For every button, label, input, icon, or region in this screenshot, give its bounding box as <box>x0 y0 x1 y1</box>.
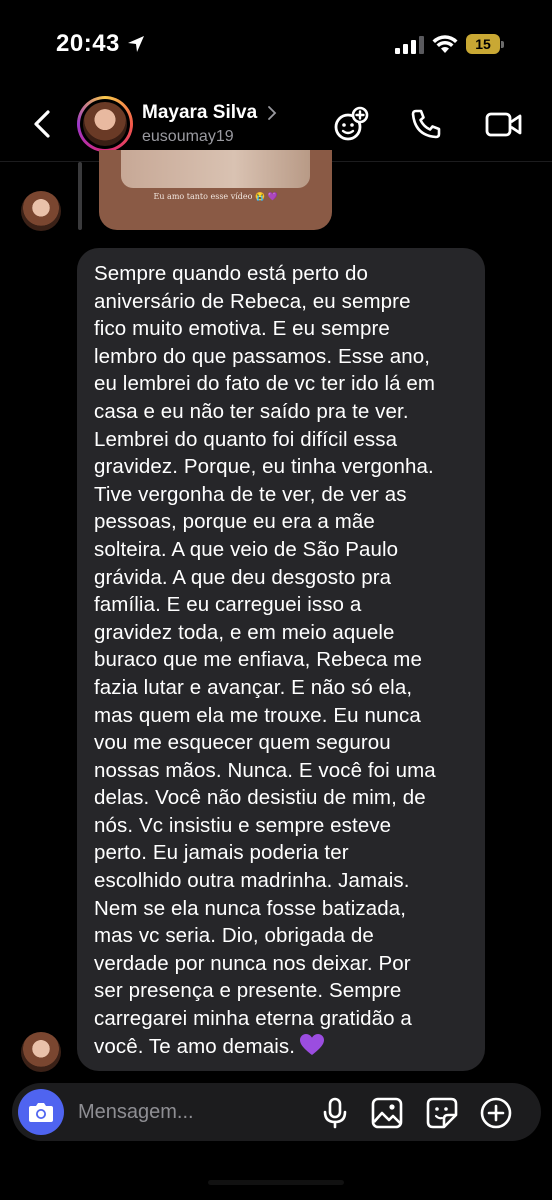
location-arrow-icon <box>128 36 144 52</box>
sender-avatar[interactable] <box>21 1032 61 1072</box>
camera-button[interactable] <box>18 1089 64 1135</box>
message-composer <box>12 1083 541 1141</box>
status-bar: 20:43 15 <box>0 0 552 90</box>
status-time: 20:43 <box>56 30 120 57</box>
avatar-image <box>83 102 127 146</box>
sender-avatar[interactable] <box>21 191 61 231</box>
battery-level: 15 <box>466 34 500 54</box>
effects-icon[interactable] <box>331 104 371 144</box>
reply-indicator-line <box>78 162 82 230</box>
contact-name[interactable]: Mayara Silva <box>142 102 257 124</box>
battery-cap <box>501 41 504 48</box>
story-reply-preview[interactable]: Eu amo tanto esse vídeo 😭 💜 <box>99 150 332 230</box>
camera-icon <box>29 1103 53 1122</box>
message-input[interactable] <box>78 1097 308 1127</box>
message-text-container: Sempre quando está perto do aniversário … <box>94 260 474 1060</box>
message-bubble[interactable]: Sempre quando está perto do aniversário … <box>77 248 485 1071</box>
story-thumbnail <box>121 150 310 188</box>
story-caption: Eu amo tanto esse vídeo 😭 💜 <box>153 192 278 201</box>
chevron-right-icon[interactable] <box>266 104 278 122</box>
battery-indicator: 15 <box>466 34 504 54</box>
cellular-signal-icon <box>395 36 424 54</box>
avatar-border <box>80 99 130 149</box>
gallery-icon[interactable] <box>370 1096 404 1130</box>
message-text: Sempre quando está perto do aniversário … <box>94 262 436 1058</box>
plus-icon[interactable] <box>479 1096 513 1130</box>
wifi-icon <box>432 35 458 53</box>
contact-avatar[interactable] <box>77 96 133 152</box>
phone-icon[interactable] <box>406 104 446 144</box>
home-indicator <box>208 1180 344 1185</box>
back-icon[interactable] <box>30 108 58 140</box>
video-icon[interactable] <box>484 104 524 144</box>
purple-heart-icon <box>300 1033 325 1055</box>
sticker-icon[interactable] <box>425 1096 459 1130</box>
mic-icon[interactable] <box>318 1096 352 1130</box>
contact-username: eusoumay19 <box>142 128 234 145</box>
